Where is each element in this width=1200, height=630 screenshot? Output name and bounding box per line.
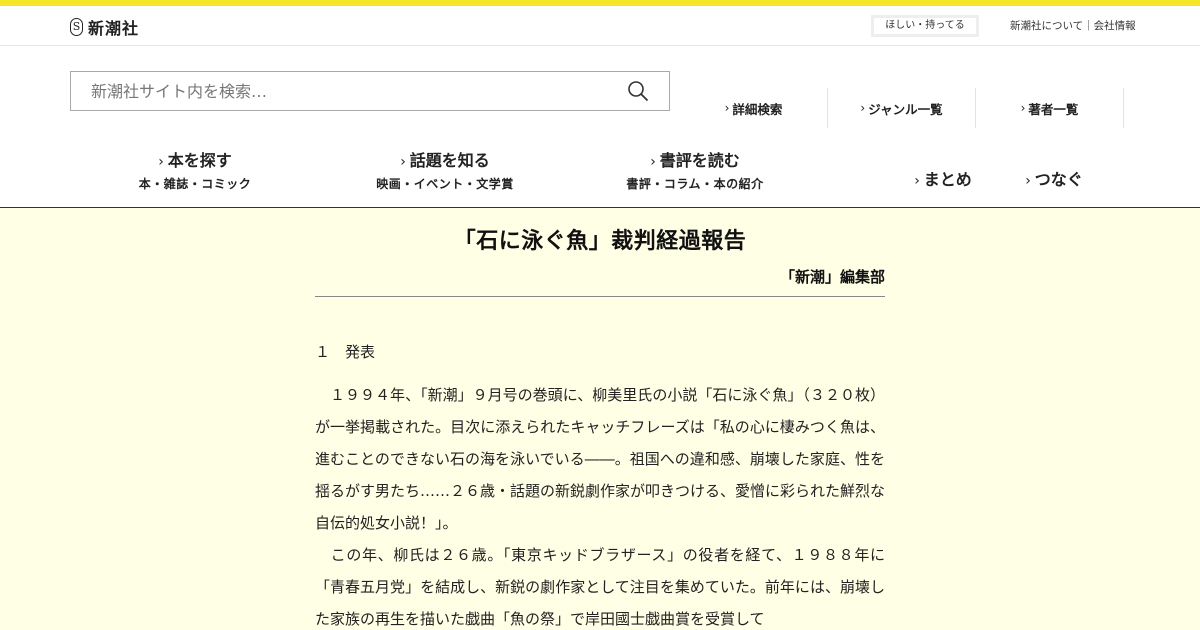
- nav-reviews[interactable]: › 書評を読む 書評・コラム・本の紹介: [605, 147, 785, 192]
- advanced-search-link[interactable]: › 詳細検索: [680, 88, 828, 128]
- search-box: [70, 71, 670, 111]
- nav-find-books[interactable]: › 本を探す 本・雑誌・コミック: [120, 147, 270, 192]
- chevron-right-icon: ›: [914, 173, 920, 189]
- chevron-right-icon: ›: [158, 154, 164, 170]
- genre-list-link[interactable]: › ジャンル一覧: [828, 88, 976, 128]
- sublink-label: 著者一覧: [1028, 101, 1079, 117]
- article-area: 「石に泳ぐ魚」裁判経過報告 「新潮」編集部 １ 発表 １９９４年、「新潮」９月号…: [0, 208, 1200, 630]
- nav-summary[interactable]: › まとめ: [903, 166, 983, 190]
- search-icon[interactable]: [627, 80, 649, 102]
- nav-label: つなぐ: [1034, 170, 1083, 189]
- nav-label: まとめ: [923, 170, 972, 189]
- article-paragraph: この年、柳氏は２６歳。「東京キッドブラザース」の役者を経て、１９８８年に「青春五…: [315, 546, 885, 628]
- nav-topics[interactable]: › 話題を知る 映画・イベント・文学賞: [355, 147, 535, 192]
- site-logo[interactable]: S 新潮社: [70, 15, 139, 39]
- sublink-label: 詳細検索: [732, 101, 783, 117]
- chevron-right-icon: ›: [1025, 173, 1031, 189]
- nav-sublabel: 本・雑誌・コミック: [138, 177, 252, 191]
- logo-mark-icon: S: [70, 18, 83, 36]
- search-input[interactable]: [71, 72, 601, 110]
- nav-label: 本を探す: [167, 151, 232, 170]
- chevron-right-icon: ›: [860, 101, 866, 115]
- wishlist-button[interactable]: ほしい・持ってる: [871, 15, 979, 37]
- section-heading: １ 発表: [315, 343, 376, 361]
- article: 「石に泳ぐ魚」裁判経過報告 「新潮」編集部 １ 発表 １９９４年、「新潮」９月号…: [315, 208, 885, 630]
- sub-links: › 詳細検索 › ジャンル一覧 › 著者一覧: [680, 88, 1124, 128]
- chevron-right-icon: ›: [1020, 101, 1026, 115]
- article-author: 「新潮」編集部: [779, 268, 885, 286]
- author-list-link[interactable]: › 著者一覧: [976, 88, 1124, 128]
- nav-label: 書評を読む: [659, 151, 740, 170]
- article-title: 「石に泳ぐ魚」裁判経過報告: [453, 229, 747, 254]
- nav-label: 話題を知る: [409, 151, 490, 170]
- logo-text: 新潮社: [88, 19, 140, 38]
- nav-connect[interactable]: › つなぐ: [1013, 166, 1095, 190]
- about-company-link[interactable]: 新潮社について｜会社情報: [1010, 18, 1136, 33]
- nav-sublabel: 書評・コラム・本の紹介: [626, 177, 764, 191]
- article-paragraph: １９９４年、「新潮」９月号の巻頭に、柳美里氏の小説「石に泳ぐ魚」（３２０枚）が一…: [315, 386, 886, 532]
- nav-sublabel: 映画・イベント・文学賞: [376, 177, 514, 191]
- utility-bar: S 新潮社 ほしい・持ってる 新潮社について｜会社情報: [0, 6, 1200, 46]
- chevron-right-icon: ›: [400, 154, 406, 170]
- chevron-right-icon: ›: [724, 101, 730, 115]
- title-divider: [315, 296, 885, 297]
- chevron-right-icon: ›: [650, 154, 656, 170]
- sublink-label: ジャンル一覧: [868, 101, 943, 117]
